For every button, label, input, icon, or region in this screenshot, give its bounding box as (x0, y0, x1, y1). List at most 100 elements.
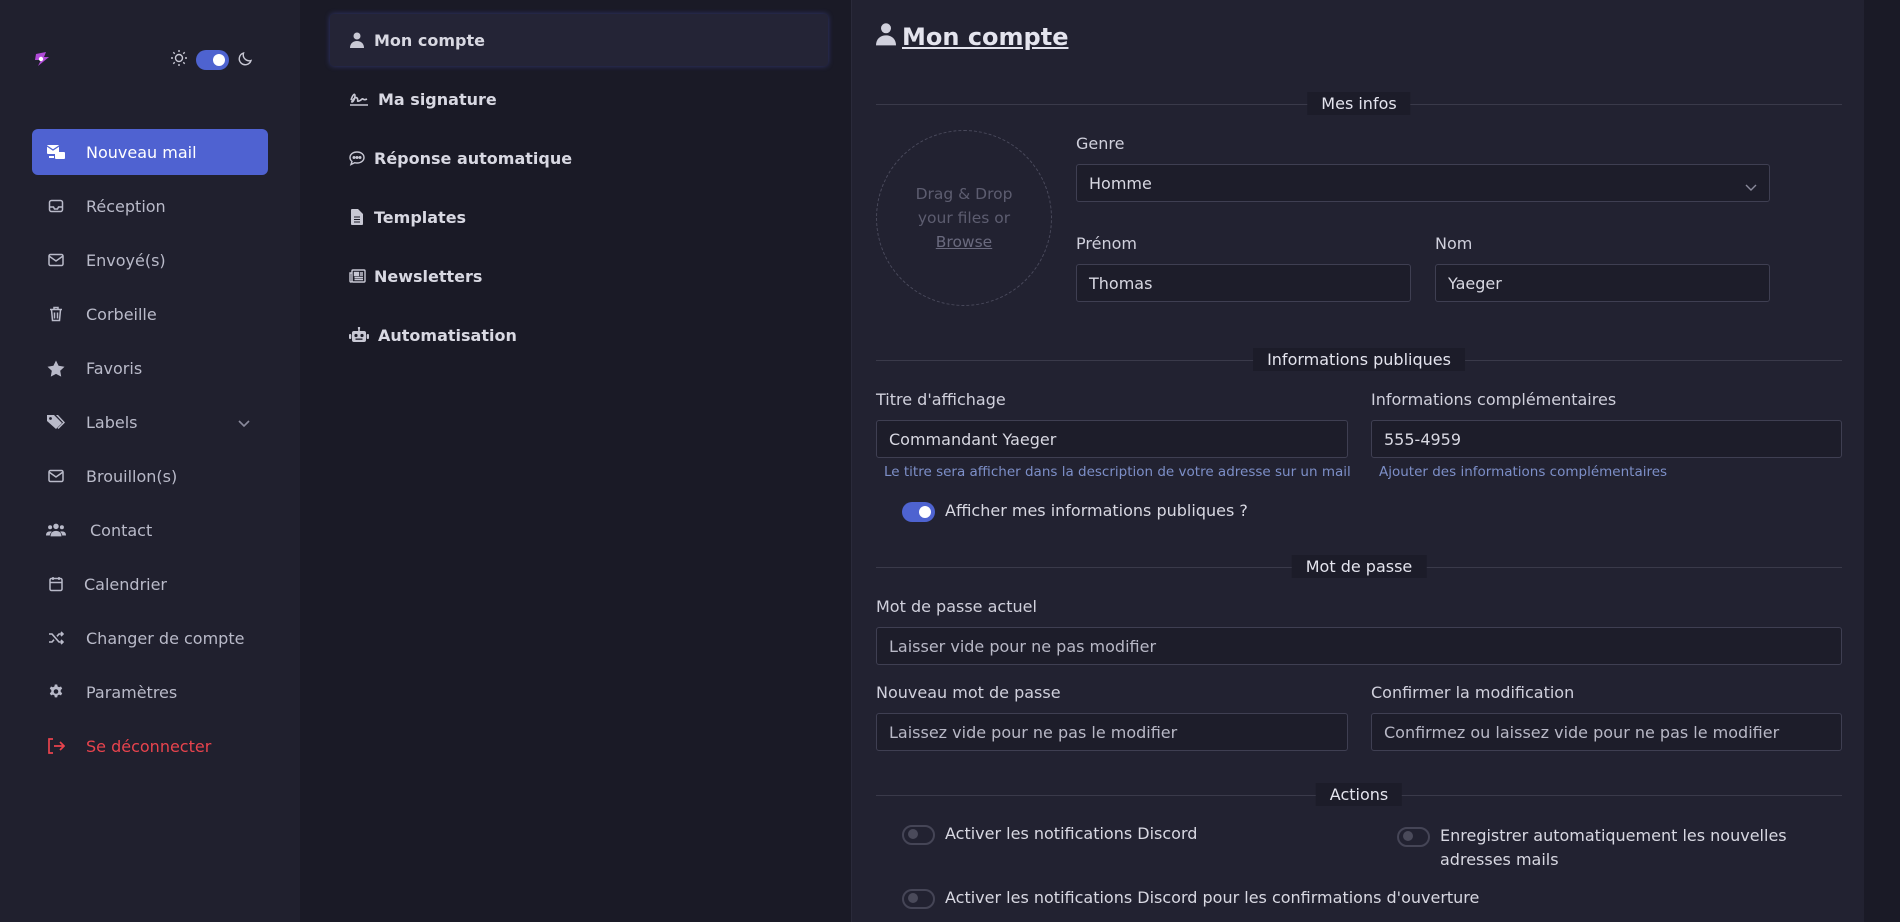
sidebar-item-label: Réception (86, 196, 166, 216)
public-info-label: Afficher mes informations publiques ? (945, 501, 1248, 520)
theme-toggle[interactable] (196, 50, 229, 70)
envelope-icon (46, 466, 66, 486)
menu-item-auto-reply[interactable]: Réponse automatique (330, 132, 828, 184)
sidebar-item-label: Contact (90, 520, 153, 540)
discord-switch-row: Activer les notifications Discord (902, 824, 1197, 845)
discord-open-toggle[interactable] (902, 889, 935, 909)
section-title-public: Informations publiques (1253, 348, 1465, 371)
menu-item-account[interactable]: Mon compte (330, 14, 828, 66)
compose-mail-icon (46, 142, 66, 162)
page-title-text: Mon compte (902, 23, 1069, 51)
public-info-switch-row: Afficher mes informations publiques ? (902, 501, 1248, 522)
sun-icon (170, 49, 188, 71)
menu-item-templates[interactable]: Templates (330, 191, 828, 243)
sidebar-item-label: Corbeille (86, 304, 157, 324)
sidebar: Nouveau mail Réception Envoyé(s) Corbeil… (0, 0, 300, 922)
comment-icon (348, 149, 366, 167)
titre-value: Commandant Yaeger (889, 429, 1057, 449)
sidebar-item-label: Nouveau mail (86, 142, 197, 162)
current-password-field[interactable]: Laisser vide pour ne pas modifier (876, 627, 1842, 665)
auto-save-label: Enregistrer automatiquement les nouvelle… (1440, 826, 1787, 869)
discord-open-label: Activer les notifications Discord pour l… (945, 888, 1480, 907)
new-password-field[interactable]: Laissez vide pour ne pas le modifier (876, 713, 1348, 751)
gear-icon (46, 682, 66, 702)
inbox-icon (46, 196, 66, 216)
users-icon (46, 520, 66, 540)
current-password-placeholder: Laisser vide pour ne pas modifier (889, 636, 1157, 656)
nom-value: Yaeger (1448, 273, 1502, 293)
discord-toggle[interactable] (902, 825, 935, 845)
public-info-toggle[interactable] (902, 502, 935, 522)
nom-label: Nom (1435, 234, 1473, 253)
file-icon (348, 208, 366, 226)
sidebar-item-trash[interactable]: Corbeille (32, 291, 268, 337)
theme-switch (170, 49, 255, 71)
complement-hint: Ajouter des informations complémentaires (1379, 464, 1668, 480)
sidebar-item-label: Calendrier (84, 574, 168, 594)
sidebar-item-label: Favoris (86, 358, 143, 378)
sidebar-item-inbox[interactable]: Réception (32, 183, 268, 229)
sidebar-item-switch-account[interactable]: Changer de compte (32, 615, 268, 661)
menu-item-label: Mon compte (374, 30, 485, 50)
sidebar-item-favorites[interactable]: Favoris (32, 345, 268, 391)
sidebar-item-logout[interactable]: Se déconnecter (32, 723, 268, 769)
app-logo[interactable] (33, 50, 51, 68)
sidebar-item-label: Brouillon(s) (86, 466, 178, 486)
menu-item-label: Newsletters (374, 266, 483, 286)
titre-hint: Le titre sera afficher dans la descripti… (884, 464, 1351, 480)
sidebar-item-sent[interactable]: Envoyé(s) (32, 237, 268, 283)
prenom-field[interactable]: Thomas (1076, 264, 1411, 302)
genre-select[interactable]: Homme (1076, 164, 1770, 202)
section-title-password: Mot de passe (1291, 555, 1427, 578)
envelope-icon (46, 250, 66, 270)
avatar-dropzone[interactable]: Drag & Drop your files or Browse (876, 130, 1052, 306)
chevron-down-icon (1745, 177, 1757, 196)
sidebar-item-drafts[interactable]: Brouillon(s) (32, 453, 268, 499)
complement-label: Informations complémentaires (1371, 390, 1617, 409)
titre-field[interactable]: Commandant Yaeger (876, 420, 1348, 458)
chevron-down-icon[interactable] (238, 413, 250, 432)
sidebar-item-contact[interactable]: Contact (32, 507, 268, 553)
nom-field[interactable]: Yaeger (1435, 264, 1770, 302)
titre-label: Titre d'affichage (876, 390, 1006, 409)
sidebar-nav: Nouveau mail Réception Envoyé(s) Corbeil… (32, 129, 268, 777)
sidebar-item-label: Se déconnecter (86, 736, 212, 756)
confirm-password-field[interactable]: Confirmez ou laissez vide pour ne pas le… (1371, 713, 1842, 751)
menu-item-signature[interactable]: Ma signature (330, 73, 828, 125)
sidebar-item-label: Paramètres (86, 682, 178, 702)
star-icon (46, 358, 66, 378)
tags-icon (46, 412, 66, 432)
menu-item-label: Réponse automatique (374, 148, 573, 168)
confirm-password-label: Confirmer la modification (1371, 683, 1575, 702)
shuffle-icon (46, 628, 66, 648)
complement-field[interactable]: 555-4959 (1371, 420, 1842, 458)
sidebar-item-label: Envoyé(s) (86, 250, 166, 270)
signature-icon (348, 90, 370, 108)
section-title-actions: Actions (1315, 783, 1403, 806)
menu-item-label: Automatisation (378, 325, 517, 345)
new-password-label: Nouveau mot de passe (876, 683, 1061, 702)
logout-icon (46, 736, 66, 756)
sidebar-item-settings[interactable]: Paramètres (32, 669, 268, 715)
trash-icon (46, 304, 66, 324)
page-title: Mon compte (876, 22, 1068, 52)
user-icon (876, 22, 896, 52)
browse-link[interactable]: Browse (936, 233, 992, 251)
discord-open-switch-row: Activer les notifications Discord pour l… (902, 888, 1479, 909)
menu-item-label: Templates (374, 207, 467, 227)
sidebar-item-new-mail[interactable]: Nouveau mail (32, 129, 268, 175)
dropzone-text: Drag & Drop your files or Browse (915, 185, 1013, 251)
menu-item-label: Ma signature (378, 89, 497, 109)
auto-save-toggle[interactable] (1397, 827, 1430, 847)
newspaper-icon (348, 267, 366, 285)
menu-item-automation[interactable]: Automatisation (330, 309, 828, 361)
genre-label: Genre (1076, 134, 1125, 153)
calendar-icon (46, 574, 66, 594)
prenom-value: Thomas (1089, 273, 1153, 293)
sidebar-item-label: Changer de compte (86, 628, 245, 648)
current-password-label: Mot de passe actuel (876, 597, 1037, 616)
menu-item-newsletters[interactable]: Newsletters (330, 250, 828, 302)
sidebar-item-labels[interactable]: Labels (32, 399, 268, 445)
moon-icon (237, 49, 255, 71)
sidebar-item-calendar[interactable]: Calendrier (32, 561, 268, 607)
